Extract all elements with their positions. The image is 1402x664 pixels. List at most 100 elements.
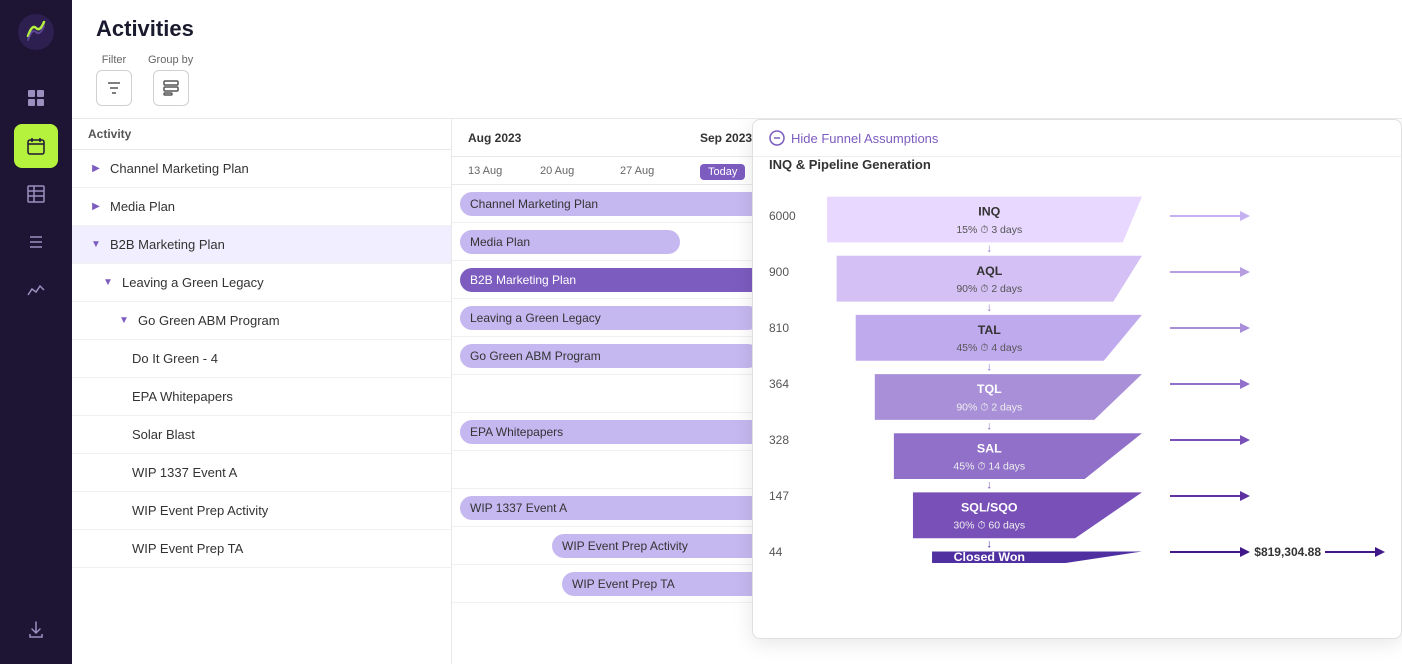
- svg-text:AQL: AQL: [976, 264, 1003, 278]
- filter-label: Filter: [102, 54, 126, 66]
- funnel-closed-won-arrow: $819,304.88: [1170, 524, 1385, 580]
- table-area: Activity ▶ Channel Marketing Plan ▶ Medi…: [72, 119, 1402, 664]
- activity-name: WIP Event Prep Activity: [132, 503, 268, 518]
- closed-won-value: $819,304.88: [1254, 545, 1321, 559]
- sidebar: [0, 0, 72, 664]
- list-item[interactable]: ▼ Go Green ABM Program: [72, 302, 451, 340]
- activity-list: Activity ▶ Channel Marketing Plan ▶ Medi…: [72, 119, 452, 664]
- gantt-bar[interactable]: Media Plan: [460, 230, 680, 254]
- list-item[interactable]: ▶ Channel Marketing Plan: [72, 150, 451, 188]
- activity-name: Go Green ABM Program: [138, 313, 280, 328]
- svg-text:↓: ↓: [986, 480, 992, 492]
- svg-text:TQL: TQL: [977, 382, 1002, 396]
- svg-text:Closed Won: Closed Won: [953, 550, 1024, 564]
- expand-icon: ▼: [116, 313, 132, 329]
- gantt-bar[interactable]: Channel Marketing Plan: [460, 192, 780, 216]
- month-aug: Aug 2023: [460, 129, 700, 147]
- svg-text:INQ: INQ: [978, 205, 1000, 219]
- funnel-arrow: [1170, 300, 1385, 356]
- expand-icon: ▶: [88, 161, 104, 177]
- svg-text:90% ⏱ 2 days: 90% ⏱ 2 days: [956, 402, 1022, 413]
- filter-button[interactable]: [96, 70, 132, 106]
- svg-text:30% ⏱ 60 days: 30% ⏱ 60 days: [953, 521, 1025, 532]
- svg-text:90% ⏱ 2 days: 90% ⏱ 2 days: [956, 284, 1022, 295]
- sidebar-item-list[interactable]: [14, 220, 58, 264]
- list-item[interactable]: ▼ B2B Marketing Plan: [72, 226, 451, 264]
- svg-text:↓: ↓: [986, 420, 992, 432]
- svg-text:45% ⏱ 4 days: 45% ⏱ 4 days: [956, 343, 1022, 354]
- app-logo: [16, 12, 56, 52]
- funnel-chart-container: 6000 900 810 364 328 147 44: [753, 180, 1401, 580]
- funnel-arrow: [1170, 356, 1385, 412]
- activity-name: WIP 1337 Event A: [132, 465, 237, 480]
- list-item[interactable]: EPA Whitepapers: [72, 378, 451, 416]
- week-label: 27 Aug: [620, 165, 700, 177]
- gantt-bar[interactable]: B2B Marketing Plan: [460, 268, 800, 292]
- svg-text:TAL: TAL: [977, 323, 1001, 337]
- main-content: Activities Filter Group by: [72, 0, 1402, 664]
- sidebar-item-chart[interactable]: [14, 268, 58, 312]
- activity-column-header: Activity: [72, 119, 451, 150]
- svg-text:↓: ↓: [986, 302, 992, 314]
- activity-name: Do It Green - 4: [132, 351, 218, 366]
- sidebar-item-export[interactable]: [14, 608, 58, 652]
- page-title: Activities: [96, 16, 1378, 42]
- svg-text:SQL/SQO: SQL/SQO: [961, 500, 1018, 514]
- activity-name: B2B Marketing Plan: [110, 237, 225, 252]
- list-item[interactable]: Solar Blast: [72, 416, 451, 454]
- week-label: 13 Aug: [460, 165, 540, 177]
- funnel-number: 900: [769, 244, 796, 300]
- list-item[interactable]: WIP Event Prep Activity: [72, 492, 451, 530]
- funnel-number: 147: [769, 468, 796, 524]
- svg-text:↓: ↓: [986, 361, 992, 373]
- list-item[interactable]: WIP Event Prep TA: [72, 530, 451, 568]
- toolbar: Filter Group by: [96, 54, 1378, 118]
- list-item[interactable]: ▼ Leaving a Green Legacy: [72, 264, 451, 302]
- funnel-overlay: Hide Funnel Assumptions INQ & Pipeline G…: [752, 119, 1402, 639]
- activity-name: Solar Blast: [132, 427, 195, 442]
- sidebar-item-table[interactable]: [14, 172, 58, 216]
- sidebar-bottom-nav: [0, 608, 72, 652]
- activity-name: WIP Event Prep TA: [132, 541, 243, 556]
- svg-text:15% ⏱ 3 days: 15% ⏱ 3 days: [956, 225, 1022, 236]
- funnel-number: 6000: [769, 188, 796, 244]
- group-by-button[interactable]: [153, 70, 189, 106]
- gantt-bar[interactable]: EPA Whitepapers: [460, 420, 780, 444]
- page-header: Activities Filter Group by: [72, 0, 1402, 119]
- funnel-right-arrows: $819,304.88: [1170, 180, 1385, 580]
- funnel-arrow: [1170, 412, 1385, 468]
- funnel-number: 44: [769, 524, 796, 580]
- expand-icon: ▶: [88, 199, 104, 215]
- list-item[interactable]: ▶ Media Plan: [72, 188, 451, 226]
- list-item[interactable]: Do It Green - 4: [72, 340, 451, 378]
- today-button[interactable]: Today: [700, 164, 745, 180]
- expand-icon: ▼: [88, 237, 104, 253]
- funnel-title: INQ & Pipeline Generation: [753, 157, 1401, 180]
- hide-funnel-button[interactable]: Hide Funnel Assumptions: [769, 130, 938, 146]
- sidebar-item-dashboard[interactable]: [14, 76, 58, 120]
- week-label: 20 Aug: [540, 165, 620, 177]
- gantt-bar[interactable]: Go Green ABM Program: [460, 344, 760, 368]
- gantt-area: Aug 2023 Sep 2023 13 Aug 20 Aug: [452, 119, 1402, 664]
- funnel-arrow: [1170, 468, 1385, 524]
- funnel-arrow: [1170, 244, 1385, 300]
- funnel-number: 328: [769, 412, 796, 468]
- funnel-header: Hide Funnel Assumptions: [753, 120, 1401, 157]
- list-item[interactable]: WIP 1337 Event A: [72, 454, 451, 492]
- funnel-numbers: 6000 900 810 364 328 147 44: [769, 180, 808, 580]
- activity-name: Channel Marketing Plan: [110, 161, 249, 176]
- funnel-number: 810: [769, 300, 796, 356]
- gantt-bar[interactable]: Leaving a Green Legacy: [460, 306, 760, 330]
- svg-text:↓: ↓: [986, 539, 992, 551]
- activity-name: Leaving a Green Legacy: [122, 275, 264, 290]
- activity-name: Media Plan: [110, 199, 175, 214]
- expand-icon: ▼: [100, 275, 116, 291]
- funnel-number: 364: [769, 356, 796, 412]
- funnel-arrow: [1170, 188, 1385, 244]
- group-by-group: Group by: [148, 54, 193, 106]
- filter-group: Filter: [96, 54, 132, 106]
- sidebar-item-calendar[interactable]: [14, 124, 58, 168]
- svg-text:SAL: SAL: [977, 441, 1002, 455]
- funnel-svg: INQ 15% ⏱ 3 days ↓ AQL 90% ⏱ 2 days ↓ T: [808, 180, 1171, 572]
- svg-text:45% ⏱ 14 days: 45% ⏱ 14 days: [953, 462, 1025, 473]
